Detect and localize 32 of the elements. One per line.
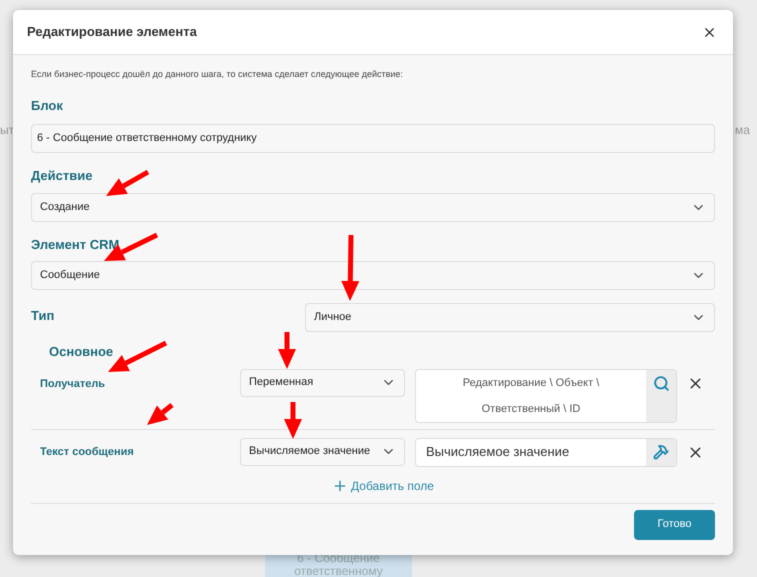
annotation-arrow [278, 332, 296, 369]
annotation-arrow [147, 403, 174, 425]
value-text: Вычисляемое значение [425, 443, 570, 462]
search-button[interactable] [646, 370, 676, 422]
action-select[interactable]: Создание [31, 192, 715, 222]
calc-button[interactable] [646, 438, 676, 466]
field-label: Действие [31, 167, 92, 185]
value-field[interactable]: Вычисляемое значение [415, 438, 677, 466]
intro-text: Если бизнес-процесс дошёл до данного шага, то система сделает следующее действие: [31, 68, 404, 81]
background-text: ыт [0, 122, 14, 139]
field-label: Текст сообщения [40, 444, 135, 460]
field-label: Блок [31, 96, 63, 114]
crm-element-select[interactable]: Сообщение [31, 261, 715, 290]
add-field-link[interactable]: Добавить поле [332, 476, 434, 494]
annotation-arrow [106, 170, 150, 196]
block-field: 6 - Сообщение ответственному сотруднику [31, 124, 715, 153]
mode-select[interactable]: Вычисляемое значение [240, 438, 405, 466]
field-label: Элемент CRM [31, 236, 120, 254]
search-icon [652, 374, 670, 392]
field-label: Получатель [40, 376, 106, 392]
done-button[interactable]: Готово [634, 510, 715, 540]
value-text: Редактирование \ Объект \ Ответственный \ ID [462, 376, 600, 416]
dialog-title: Редактирование элемента [27, 23, 197, 42]
background-text: ма [735, 122, 750, 139]
annotation-arrow [341, 234, 360, 301]
hammer-icon [653, 444, 669, 460]
annotation-arrow [284, 402, 302, 439]
value-field[interactable]: Редактирование \ Объект \ Ответственный \ ID [415, 368, 677, 422]
field-label: Тип [31, 307, 54, 325]
section-title: Основное [49, 343, 114, 361]
mode-select[interactable]: Переменная [240, 368, 405, 396]
type-select[interactable]: Личное [305, 303, 715, 332]
